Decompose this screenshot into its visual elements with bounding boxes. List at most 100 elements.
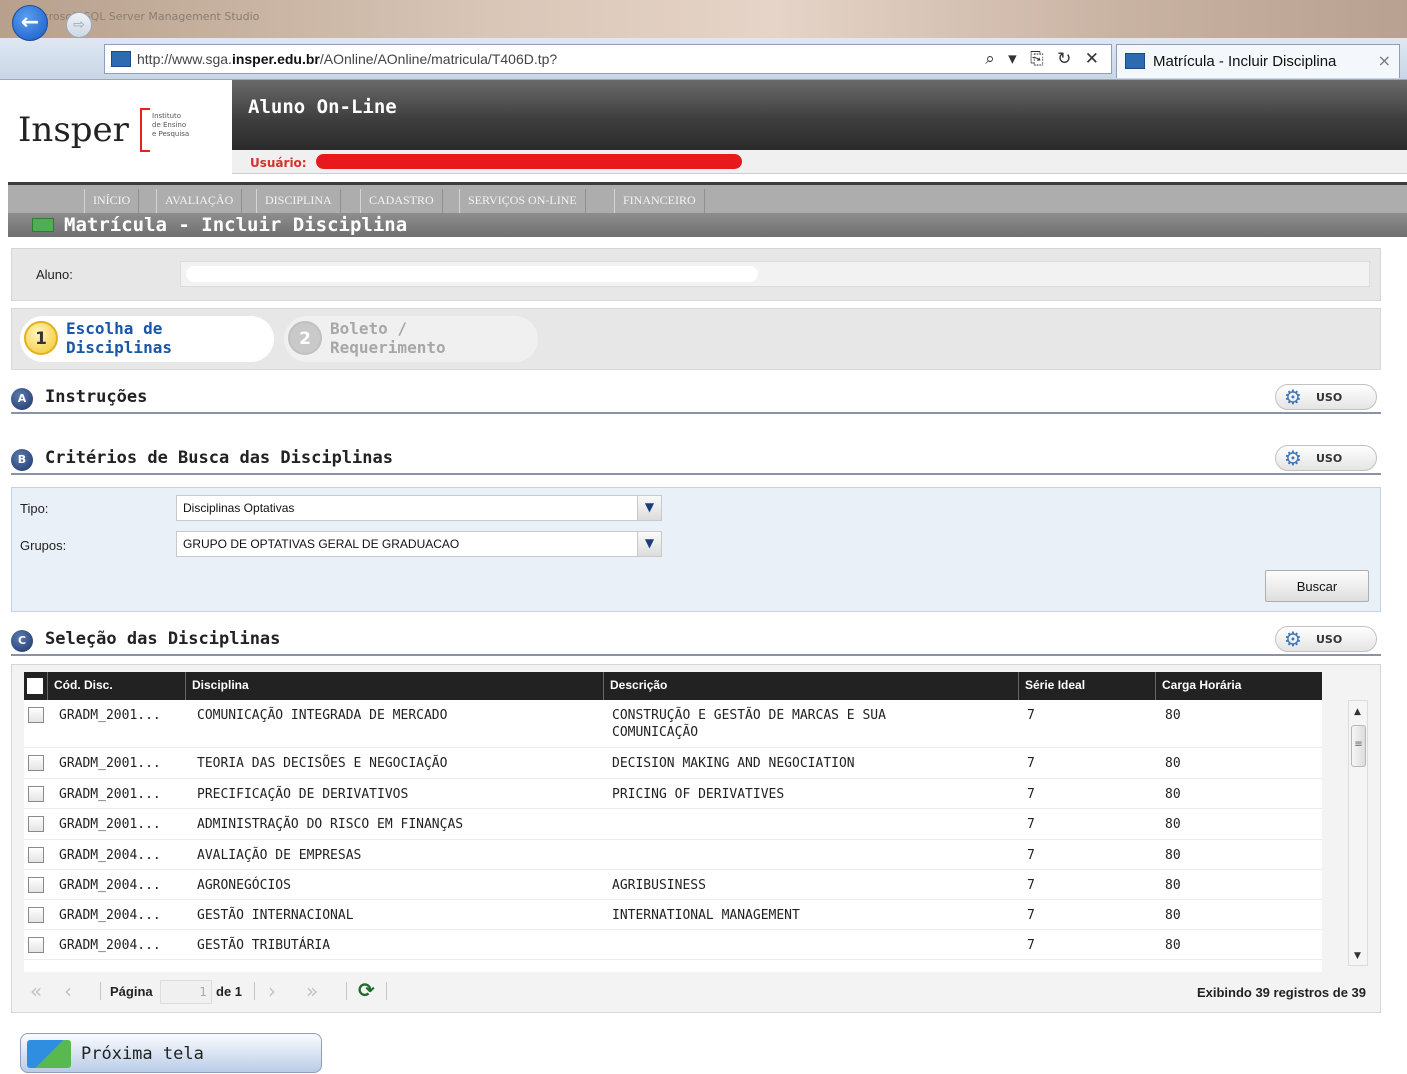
table-row[interactable]: GRADM_2004... GESTÃO INTERNACIONAL INTERNA… bbox=[24, 900, 1322, 930]
select-all-cell bbox=[24, 672, 48, 700]
chevron-down-icon[interactable]: ▼ bbox=[637, 496, 661, 520]
uso-button[interactable]: ⚙ USO bbox=[1275, 626, 1377, 652]
last-page-icon[interactable]: » bbox=[306, 979, 318, 1003]
pager-divider bbox=[100, 982, 101, 1000]
buscar-button[interactable]: Buscar bbox=[1265, 570, 1369, 602]
table-header: Cód. Disc. Disciplina Descrição Série Id… bbox=[24, 672, 1322, 700]
row-checkbox[interactable] bbox=[28, 937, 44, 953]
page-total: de 1 bbox=[216, 984, 243, 999]
page-title-icon bbox=[32, 218, 54, 232]
cell-disciplina: GESTÃO TRIBUTÁRIA bbox=[197, 938, 331, 953]
back-button[interactable]: ← bbox=[12, 5, 48, 41]
chevron-down-icon[interactable]: ▼ bbox=[637, 532, 661, 556]
select-all-checkbox[interactable] bbox=[27, 678, 43, 694]
section-selecao: C Seleção das Disciplinas ⚙ USO bbox=[11, 626, 1381, 656]
row-checkbox[interactable] bbox=[28, 755, 44, 771]
pager-divider bbox=[254, 982, 255, 1000]
first-page-icon[interactable]: « bbox=[30, 979, 42, 1003]
cell-serie: 7 bbox=[1027, 708, 1035, 723]
uso-button[interactable]: ⚙ USO bbox=[1275, 384, 1377, 410]
section-title[interactable]: Instruções bbox=[45, 387, 147, 407]
proxima-tela-label: Próxima tela bbox=[81, 1044, 204, 1064]
cell-cod: GRADM_2001... bbox=[59, 787, 161, 802]
row-checkbox[interactable] bbox=[28, 707, 44, 723]
logo-bracket-icon bbox=[140, 108, 150, 152]
row-checkbox[interactable] bbox=[28, 877, 44, 893]
nav-item-avaliacao[interactable]: AVALIAÇÃO bbox=[156, 189, 243, 213]
cell-disciplina: TEORIA DAS DECISÕES E NEGOCIAÇÃO bbox=[197, 756, 448, 771]
cell-carga: 80 bbox=[1165, 878, 1181, 893]
table-row[interactable]: GRADM_2004... AGRONEGÓCIOS AGRIBUSINESS 7 80 bbox=[24, 870, 1322, 900]
col-carga[interactable]: Carga Horária bbox=[1156, 672, 1322, 700]
scroll-down-icon[interactable]: ▼ bbox=[1354, 951, 1361, 961]
tab-title: Matrícula - Incluir Disciplina bbox=[1153, 53, 1337, 70]
address-bar[interactable]: http://www.sga.insper.edu.br/AOnline/AOn… bbox=[104, 44, 1112, 74]
row-checkbox[interactable] bbox=[28, 816, 44, 832]
browser-tab[interactable]: Matrícula - Incluir Disciplina × bbox=[1116, 44, 1400, 78]
table-row[interactable]: GRADM_2001... PRECIFICAÇÃO DE DERIVATIVOS… bbox=[24, 779, 1322, 809]
cell-cod: GRADM_2001... bbox=[59, 756, 161, 771]
user-label: Usuário: bbox=[250, 156, 307, 170]
tipo-select[interactable]: Disciplinas Optativas ▼ bbox=[176, 495, 662, 521]
aluno-name-redacted bbox=[186, 266, 758, 282]
scroll-up-icon[interactable]: ▲ bbox=[1354, 707, 1361, 717]
nav-item-financeiro[interactable]: FINANCEIRO bbox=[614, 189, 705, 213]
pager: « ‹ Página 1 de 1 › » ⟳ Exibindo 39 regi… bbox=[24, 974, 1374, 1008]
section-badge: A bbox=[11, 388, 33, 410]
table-scrollbar[interactable]: ▲ ≡ ▼ bbox=[1348, 700, 1368, 966]
prev-page-icon[interactable]: ‹ bbox=[64, 979, 72, 1003]
cell-serie: 7 bbox=[1027, 878, 1035, 893]
nav-item-servicos[interactable]: SERVIÇOS ON-LINE bbox=[459, 189, 586, 213]
section-instrucoes: A Instruções ⚙ USO bbox=[11, 384, 1381, 414]
url-text: http://www.sga.insper.edu.br/AOnline/AOn… bbox=[137, 51, 558, 67]
cell-carga: 80 bbox=[1165, 908, 1181, 923]
step-boleto-requerimento[interactable]: 2 Boleto / Requerimento bbox=[284, 316, 538, 362]
section-title[interactable]: Seleção das Disciplinas bbox=[45, 629, 280, 649]
step-escolha-disciplinas[interactable]: 1 Escolha de Disciplinas bbox=[20, 316, 274, 362]
tab-close-icon[interactable]: × bbox=[1378, 51, 1391, 70]
nav-item-disciplina[interactable]: DISCIPLINA bbox=[256, 189, 341, 213]
cell-cod: GRADM_2004... bbox=[59, 848, 161, 863]
grupos-select[interactable]: GRUPO DE OPTATIVAS GERAL DE GRADUACAO ▼ bbox=[176, 531, 662, 557]
cell-serie: 7 bbox=[1027, 908, 1035, 923]
next-page-icon[interactable]: › bbox=[268, 979, 276, 1003]
section-title[interactable]: Critérios de Busca das Disciplinas bbox=[45, 448, 393, 468]
step-label: Boleto / Requerimento bbox=[330, 319, 446, 357]
proxima-tela-button[interactable]: Próxima tela bbox=[20, 1033, 322, 1073]
scroll-thumb[interactable]: ≡ bbox=[1351, 725, 1366, 767]
page-input[interactable]: 1 bbox=[160, 980, 212, 1004]
cell-disciplina: AVALIAÇÃO DE EMPRESAS bbox=[197, 848, 362, 863]
cell-disciplina: ADMINISTRAÇÃO DO RISCO EM FINANÇAS bbox=[197, 817, 464, 832]
row-checkbox[interactable] bbox=[28, 907, 44, 923]
table-row[interactable]: GRADM_2004... GESTÃO TRIBUTÁRIA 7 80 bbox=[24, 930, 1322, 960]
col-serie[interactable]: Série Ideal bbox=[1019, 672, 1156, 700]
gear-icon: ⚙ bbox=[1284, 385, 1302, 409]
refresh-icon[interactable]: ⟳ bbox=[358, 978, 375, 1002]
row-checkbox[interactable] bbox=[28, 786, 44, 802]
cell-cod: GRADM_2004... bbox=[59, 908, 161, 923]
uso-button[interactable]: ⚙ USO bbox=[1275, 445, 1377, 471]
col-disciplina[interactable]: Disciplina bbox=[186, 672, 604, 700]
user-name-redacted bbox=[316, 154, 742, 169]
cell-serie: 7 bbox=[1027, 938, 1035, 953]
tab-favicon-icon bbox=[1125, 53, 1145, 69]
cell-disciplina: COMUNICAÇÃO INTEGRADA DE MERCADO bbox=[197, 708, 448, 723]
cell-serie: 7 bbox=[1027, 848, 1035, 863]
col-descricao[interactable]: Descrição bbox=[604, 672, 1019, 700]
table-row[interactable]: GRADM_2001... ADMINISTRAÇÃO DO RISCO EM F… bbox=[24, 809, 1322, 840]
row-checkbox[interactable] bbox=[28, 847, 44, 863]
nav-item-cadastro[interactable]: CADASTRO bbox=[360, 189, 443, 213]
col-cod[interactable]: Cód. Disc. bbox=[48, 672, 186, 700]
cell-cod: GRADM_2001... bbox=[59, 817, 161, 832]
table-row[interactable]: GRADM_2004... AVALIAÇÃO DE EMPRESAS 7 80 bbox=[24, 840, 1322, 870]
nav-item-inicio[interactable]: INÍCIO bbox=[84, 189, 140, 213]
table-row[interactable]: GRADM_2001... TEORIA DAS DECISÕES E NEGOC… bbox=[24, 748, 1322, 779]
table-row[interactable]: GRADM_2001... COMUNICAÇÃO INTEGRADA DE ME… bbox=[24, 700, 1322, 748]
logo-subtitle: Instituto de Ensino e Pesquisa bbox=[152, 112, 190, 138]
step-number: 2 bbox=[288, 321, 322, 355]
cell-serie: 7 bbox=[1027, 817, 1035, 832]
forward-button[interactable]: ⇨ bbox=[66, 12, 92, 38]
cell-carga: 80 bbox=[1165, 817, 1181, 832]
address-controls-icon[interactable]: ⌕ ▾ ⎘ ↻ ✕ bbox=[985, 49, 1103, 69]
aluno-label: Aluno: bbox=[36, 267, 73, 282]
